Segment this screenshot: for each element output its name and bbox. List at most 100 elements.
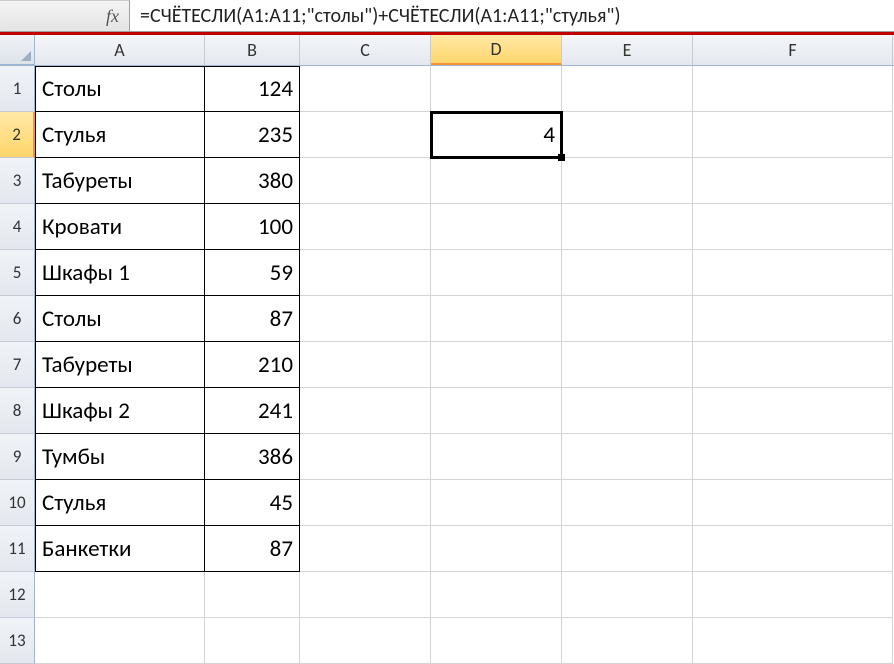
cell[interactable] bbox=[693, 112, 893, 158]
cell[interactable] bbox=[562, 526, 693, 572]
cell[interactable] bbox=[562, 342, 693, 388]
cell[interactable]: Табуреты bbox=[35, 342, 205, 388]
cell[interactable] bbox=[693, 618, 893, 664]
cell[interactable] bbox=[562, 434, 693, 480]
cell[interactable] bbox=[431, 572, 562, 618]
cell[interactable] bbox=[562, 480, 693, 526]
cell[interactable] bbox=[300, 434, 431, 480]
col-header-b[interactable]: B bbox=[205, 35, 300, 65]
cell[interactable]: 380 bbox=[205, 158, 300, 204]
cell[interactable] bbox=[300, 112, 431, 158]
cell[interactable] bbox=[562, 204, 693, 250]
cell[interactable]: 4 bbox=[431, 112, 562, 158]
cell[interactable] bbox=[300, 572, 431, 618]
row-header[interactable]: 3 bbox=[0, 158, 35, 204]
cell[interactable] bbox=[693, 158, 893, 204]
cell[interactable] bbox=[562, 572, 693, 618]
cell[interactable] bbox=[693, 66, 893, 112]
cell[interactable] bbox=[431, 618, 562, 664]
cell[interactable] bbox=[300, 66, 431, 112]
select-all-corner[interactable] bbox=[0, 35, 35, 65]
cell[interactable] bbox=[693, 572, 893, 618]
cell[interactable] bbox=[431, 434, 562, 480]
formula-input[interactable]: =СЧЁТЕСЛИ(A1:A11;"столы")+СЧЁТЕСЛИ(A1:A1… bbox=[130, 0, 894, 31]
row-header[interactable]: 6 bbox=[0, 296, 35, 342]
cell[interactable]: Табуреты bbox=[35, 158, 205, 204]
row-header[interactable]: 12 bbox=[0, 572, 35, 618]
cell[interactable]: 87 bbox=[205, 296, 300, 342]
cell[interactable] bbox=[693, 480, 893, 526]
row-header[interactable]: 11 bbox=[0, 526, 35, 572]
cell[interactable] bbox=[300, 342, 431, 388]
cell[interactable] bbox=[562, 66, 693, 112]
row-header[interactable]: 2 bbox=[0, 112, 35, 158]
cell[interactable] bbox=[693, 296, 893, 342]
cell[interactable] bbox=[693, 342, 893, 388]
cell[interactable] bbox=[562, 250, 693, 296]
cell[interactable] bbox=[431, 296, 562, 342]
cell[interactable] bbox=[431, 204, 562, 250]
col-header-a[interactable]: A bbox=[35, 35, 205, 65]
row-header[interactable]: 4 bbox=[0, 204, 35, 250]
cell[interactable] bbox=[562, 618, 693, 664]
cell[interactable]: 210 bbox=[205, 342, 300, 388]
cell[interactable]: Тумбы bbox=[35, 434, 205, 480]
cell[interactable]: Кровати bbox=[35, 204, 205, 250]
cell[interactable] bbox=[300, 480, 431, 526]
cell[interactable]: Стулья bbox=[35, 480, 205, 526]
cell[interactable] bbox=[300, 204, 431, 250]
cell[interactable]: Столы bbox=[35, 296, 205, 342]
cell[interactable]: 386 bbox=[205, 434, 300, 480]
cell[interactable] bbox=[300, 618, 431, 664]
cell[interactable]: 100 bbox=[205, 204, 300, 250]
cell[interactable] bbox=[693, 204, 893, 250]
cell[interactable] bbox=[431, 342, 562, 388]
cell[interactable]: Шкафы 2 bbox=[35, 388, 205, 434]
fill-handle[interactable] bbox=[558, 154, 565, 161]
fx-button[interactable]: fx bbox=[0, 0, 130, 31]
col-header-c[interactable]: C bbox=[300, 35, 431, 65]
col-header-e[interactable]: E bbox=[562, 35, 693, 65]
cell[interactable]: Банкетки bbox=[35, 526, 205, 572]
cell[interactable]: 235 bbox=[205, 112, 300, 158]
cell[interactable] bbox=[431, 388, 562, 434]
cell[interactable] bbox=[431, 480, 562, 526]
cell[interactable] bbox=[431, 526, 562, 572]
cell[interactable] bbox=[562, 112, 693, 158]
cell[interactable] bbox=[562, 388, 693, 434]
row-header[interactable]: 9 bbox=[0, 434, 35, 480]
cell[interactable] bbox=[693, 526, 893, 572]
cell[interactable] bbox=[431, 158, 562, 204]
cell[interactable] bbox=[693, 434, 893, 480]
row-header[interactable]: 10 bbox=[0, 480, 35, 526]
cell[interactable]: 45 bbox=[205, 480, 300, 526]
cell[interactable] bbox=[431, 250, 562, 296]
row-header[interactable]: 1 bbox=[0, 66, 35, 112]
cell[interactable] bbox=[693, 388, 893, 434]
cell[interactable]: 59 bbox=[205, 250, 300, 296]
cell[interactable]: Стулья bbox=[35, 112, 205, 158]
cell[interactable] bbox=[693, 250, 893, 296]
cell[interactable] bbox=[205, 618, 300, 664]
cell[interactable] bbox=[300, 158, 431, 204]
cell[interactable] bbox=[205, 572, 300, 618]
row-header[interactable]: 7 bbox=[0, 342, 35, 388]
cell[interactable]: Столы bbox=[35, 66, 205, 112]
cell[interactable]: 241 bbox=[205, 388, 300, 434]
cell[interactable] bbox=[562, 296, 693, 342]
col-header-f[interactable]: F bbox=[693, 35, 893, 65]
cell[interactable] bbox=[300, 526, 431, 572]
cell[interactable] bbox=[300, 250, 431, 296]
cell[interactable] bbox=[35, 618, 205, 664]
row-header[interactable]: 13 bbox=[0, 618, 35, 664]
col-header-d[interactable]: D bbox=[431, 35, 562, 65]
cell[interactable] bbox=[35, 572, 205, 618]
cell[interactable] bbox=[562, 158, 693, 204]
cell[interactable]: 124 bbox=[205, 66, 300, 112]
row-header[interactable]: 5 bbox=[0, 250, 35, 296]
cell[interactable] bbox=[431, 66, 562, 112]
cell[interactable]: Шкафы 1 bbox=[35, 250, 205, 296]
cell[interactable] bbox=[300, 388, 431, 434]
row-header[interactable]: 8 bbox=[0, 388, 35, 434]
cell[interactable] bbox=[300, 296, 431, 342]
